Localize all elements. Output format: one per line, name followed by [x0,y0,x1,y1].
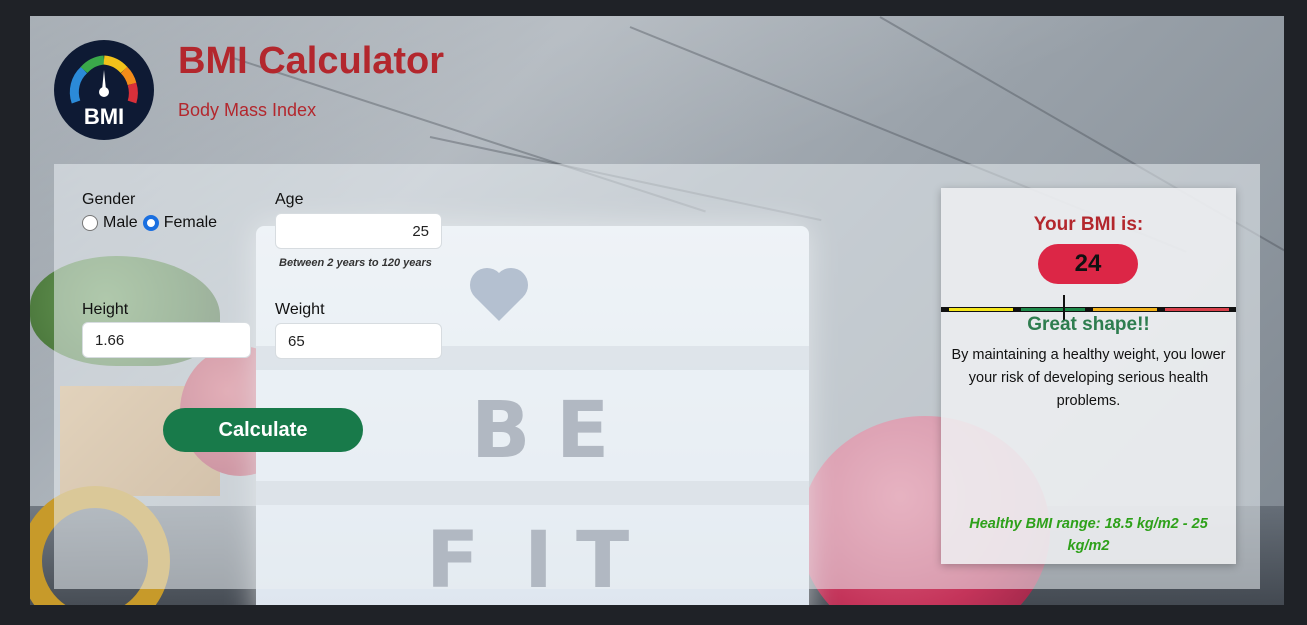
result-description: By maintaining a healthy weight, you low… [951,347,1226,409]
scale-healthy [1021,308,1085,311]
bmi-value-badge: 24 [1038,244,1138,284]
scale-overweight [1093,308,1157,311]
logo-text: BMI [83,104,125,129]
weight-label: Weight [275,301,325,318]
gender-male-label[interactable]: Male [103,214,138,232]
gender-female-label[interactable]: Female [164,214,217,232]
healthy-range-note: Healthy BMI range: 18.5 kg/m2 - 25 kg/m2 [969,516,1208,554]
bmi-scale-bar [941,295,1236,321]
height-label: Height [82,301,129,318]
scale-obese [1165,308,1229,311]
page-title: BMI Calculator [178,40,445,82]
bmi-logo: BMI [54,40,154,140]
page-subtitle: Body Mass Index [178,100,317,120]
gender-female-radio[interactable] [142,215,159,231]
age-hint: Between 2 years to 120 years [279,257,432,269]
gender-options: Male Female [82,214,222,232]
age-label: Age [275,191,304,208]
weight-input[interactable]: 65 [275,323,442,359]
gender-label: Gender [82,191,136,208]
result-status: Great shape!! [1027,314,1150,335]
result-title: Your BMI is: [1033,214,1144,235]
age-input[interactable]: 25 [275,213,442,249]
scale-underweight [949,308,1013,311]
calculate-button[interactable]: Calculate [163,408,363,452]
gender-male-radio[interactable] [82,215,98,231]
height-input[interactable]: 1.66 [82,322,251,358]
result-card: Your BMI is: 24 Great shape!! By maintai… [941,188,1236,564]
